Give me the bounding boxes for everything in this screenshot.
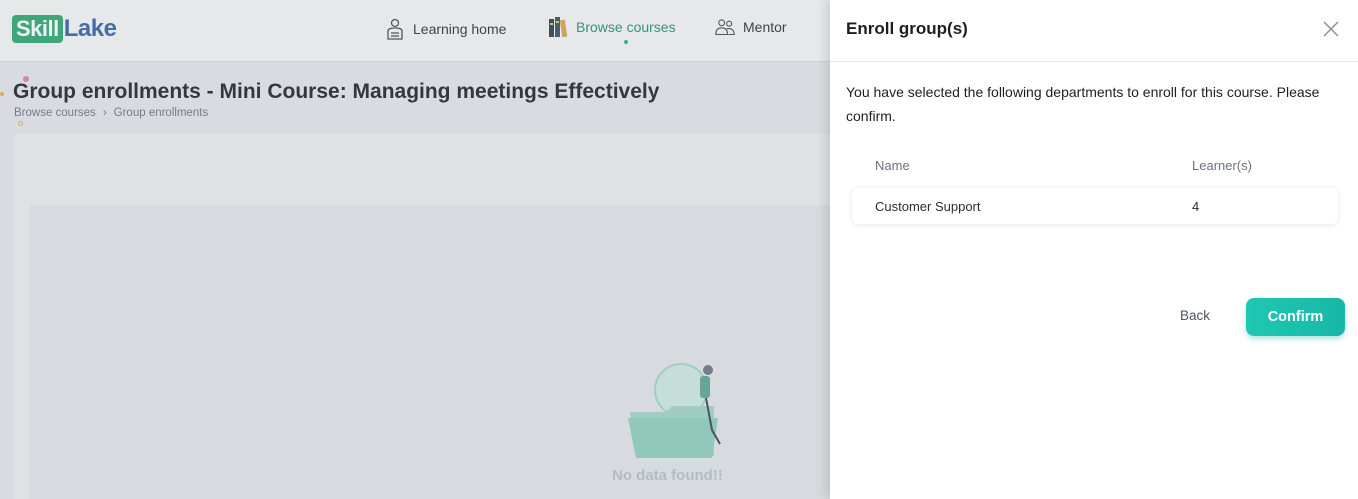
department-name: Customer Support <box>875 199 981 214</box>
drawer-header: Enroll group(s) <box>830 0 1358 62</box>
drawer-title: Enroll group(s) <box>846 19 968 38</box>
table-row: Customer Support 4 <box>852 188 1338 224</box>
confirm-button[interactable]: Confirm <box>1246 298 1345 336</box>
back-button[interactable]: Back <box>1180 308 1210 323</box>
enroll-groups-drawer: Enroll group(s) You have selected the fo… <box>830 0 1358 499</box>
close-icon[interactable] <box>1322 20 1340 38</box>
modal-backdrop[interactable] <box>0 0 830 499</box>
confirmation-message: You have selected the following departme… <box>846 84 1320 124</box>
column-header-name: Name <box>875 158 910 173</box>
column-header-learners: Learner(s) <box>1192 158 1252 173</box>
learner-count: 4 <box>1192 199 1200 214</box>
